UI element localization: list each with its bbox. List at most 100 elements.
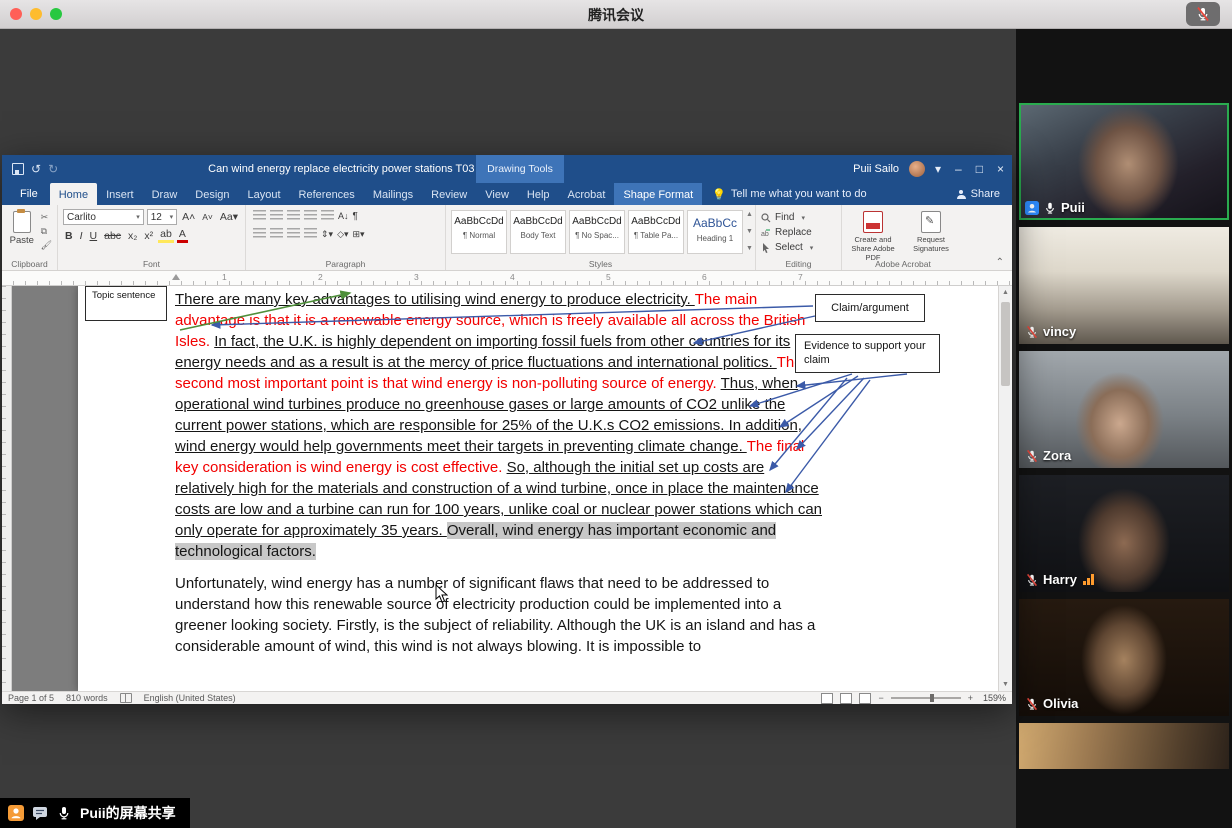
participant-tile-puii[interactable]: Puii [1019,103,1229,220]
claim-argument-callout[interactable]: Claim/argument [815,294,925,322]
paragraph-disadvantages[interactable]: Unfortunately, wind energy has a number … [175,573,827,657]
font-color-icon[interactable]: A [177,228,188,243]
indent-marker[interactable] [172,274,180,280]
find-button[interactable]: Find▾ [761,212,836,223]
font-size-combo[interactable]: 12▾ [147,209,177,225]
tab-file[interactable]: File [8,183,50,205]
style-card--table-pa-[interactable]: AaBbCcDd¶ Table Pa... [628,210,684,254]
read-mode-icon[interactable] [821,693,833,704]
select-button[interactable]: Select▾ [761,242,836,253]
align-left-icon[interactable] [253,228,266,240]
styles-gallery-scroll[interactable]: ▲▼▼ [746,209,753,254]
tab-layout[interactable]: Layout [239,183,290,205]
bullet-list-icon[interactable] [253,210,266,222]
word-minimize-button[interactable]: – [955,162,962,176]
align-right-icon[interactable] [287,228,300,240]
style-card--no-spac-[interactable]: AaBbCcDd¶ No Spac... [569,210,625,254]
participant-tile-partial[interactable] [1019,723,1229,769]
zoom-slider-thumb[interactable] [930,694,934,702]
vertical-scrollbar[interactable]: ▲ ▼ [998,286,1012,691]
share-button[interactable]: Share [957,183,1012,205]
increase-indent-icon[interactable] [321,210,334,222]
proofing-icon[interactable] [120,693,132,703]
shading-icon[interactable]: ◇▾ [335,229,350,240]
bold-icon[interactable]: B [63,230,75,242]
decrease-indent-icon[interactable] [304,210,317,222]
zoom-percentage[interactable]: 159% [980,693,1006,703]
number-list-icon[interactable] [270,210,283,222]
underline-icon[interactable]: U [88,230,100,242]
multilevel-list-icon[interactable] [287,210,300,222]
word-restore-button[interactable]: □ [976,162,983,176]
tab-mailings[interactable]: Mailings [364,183,422,205]
redo-icon[interactable]: ↻ [48,162,58,176]
page-indicator[interactable]: Page 1 of 5 [8,693,54,703]
topic-sentence-callout[interactable]: Topic sentence [85,286,167,321]
scroll-up-icon[interactable]: ▲ [999,286,1012,299]
zoom-out-icon[interactable]: − [878,693,883,703]
borders-icon[interactable]: ⊞▾ [351,229,367,240]
tab-insert[interactable]: Insert [97,183,143,205]
replace-button[interactable]: ab Replace [761,227,836,238]
font-name-combo[interactable]: Carlito▾ [63,209,144,225]
tab-help[interactable]: Help [518,183,559,205]
scroll-down-icon[interactable]: ▼ [999,678,1012,691]
show-marks-icon[interactable]: ¶ [351,211,360,222]
style-card-body-text[interactable]: AaBbCcDdBody Text [510,210,566,254]
document-canvas[interactable]: There are many key advantages to utilisi… [2,286,1012,691]
screen-share-indicator[interactable]: Puii的屏幕共享 [0,798,190,828]
justify-icon[interactable] [304,228,317,240]
superscript-icon[interactable]: x² [142,230,155,242]
zoom-in-icon[interactable]: + [968,693,973,703]
word-count[interactable]: 810 words [66,693,108,703]
essay-text[interactable]: There are many key advantages to utilisi… [175,289,827,657]
request-signatures-button[interactable]: Request Signatures [905,211,957,262]
tab-draw[interactable]: Draw [143,183,187,205]
print-layout-icon[interactable] [840,693,852,704]
tab-review[interactable]: Review [422,183,476,205]
align-center-icon[interactable] [270,228,283,240]
tab-view[interactable]: View [476,183,518,205]
language-indicator[interactable]: English (United States) [144,693,236,703]
tab-references[interactable]: References [290,183,364,205]
save-icon[interactable] [12,163,24,175]
sort-icon[interactable]: A↓ [336,211,351,221]
undo-icon[interactable]: ↺ [31,162,41,176]
mic-muted-button[interactable] [1186,2,1220,26]
web-layout-icon[interactable] [859,693,871,704]
participant-tile-zora[interactable]: Zora [1019,351,1229,468]
italic-icon[interactable]: I [78,230,85,242]
paragraph-advantages[interactable]: There are many key advantages to utilisi… [175,289,827,562]
grow-font-icon[interactable]: A˄ [180,211,197,223]
format-painter-icon[interactable]: 🖌 [41,240,52,251]
participant-tile-harry[interactable]: Harry [1019,475,1229,592]
participant-tile-olivia[interactable]: Olivia [1019,599,1229,716]
tell-me-box[interactable]: 💡 Tell me what you want to do [702,183,876,205]
horizontal-ruler[interactable]: 1234567 [2,271,1012,286]
scrollbar-thumb[interactable] [1001,302,1010,386]
tab-home[interactable]: Home [50,183,97,205]
collapse-ribbon-icon[interactable]: ⌃ [996,257,1004,268]
strikethrough-icon[interactable]: abc [102,230,123,242]
ribbon-display-options-icon[interactable]: ▾ [935,162,941,176]
create-share-pdf-button[interactable]: Create and Share Adobe PDF [847,211,899,262]
tab-acrobat[interactable]: Acrobat [559,183,615,205]
zoom-slider[interactable] [891,697,961,699]
evidence-callout[interactable]: Evidence to support your claim [795,334,940,373]
participant-tile-vincy[interactable]: vincy [1019,227,1229,344]
shrink-font-icon[interactable]: A˅ [200,212,215,222]
tab-shape-format[interactable]: Shape Format [614,183,702,205]
style-card-heading-1[interactable]: AaBbCcHeading 1 [687,210,743,254]
quick-access-toolbar[interactable]: ↺ ↻ [2,162,68,176]
word-close-button[interactable]: × [997,162,1004,176]
subscript-icon[interactable]: x₂ [126,230,139,242]
text-highlight-icon[interactable]: ab [158,228,174,243]
paste-button[interactable]: Paste [7,209,37,251]
copy-icon[interactable]: ⧉ [41,226,52,237]
cut-icon[interactable]: ✂ [41,212,52,223]
user-avatar[interactable] [909,161,925,177]
style-card--normal[interactable]: AaBbCcDd¶ Normal [451,210,507,254]
change-case-icon[interactable]: Aa▾ [218,211,240,223]
tab-design[interactable]: Design [186,183,238,205]
line-spacing-icon[interactable]: ⇕▾ [319,229,335,240]
